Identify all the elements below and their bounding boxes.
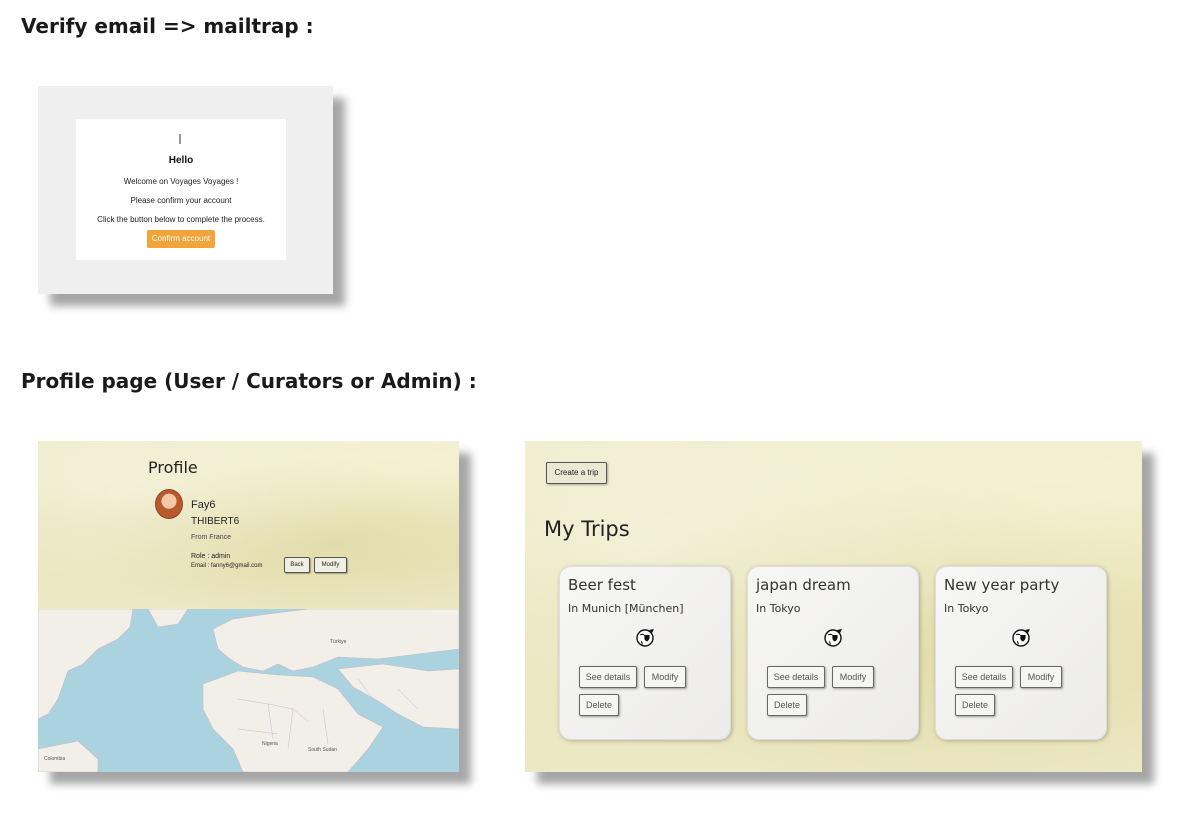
- trip-card: Beer fest In Munich [München] See detail…: [559, 566, 731, 740]
- page-title: My Trips: [544, 517, 630, 541]
- profile-email: Email : fanny6@gmail.com: [191, 563, 263, 569]
- trip-city: In Tokyo: [756, 602, 801, 615]
- email-logo-placeholder: [179, 134, 181, 144]
- page-title: Profile: [148, 458, 198, 477]
- trip-name: japan dream: [756, 576, 851, 594]
- trips-screenshot: Create a trip My Trips Beer fest In Muni…: [525, 441, 1142, 772]
- see-details-button[interactable]: See details: [955, 666, 1013, 688]
- email-instruction-text: Click the button below to complete the p…: [97, 215, 265, 224]
- trip-name: Beer fest: [568, 576, 636, 594]
- section-heading-profile-page: Profile page (User / Curators or Admin) …: [21, 369, 477, 393]
- map-label-south-sudan: South Sudan: [308, 747, 337, 753]
- trip-city: In Tokyo: [944, 602, 989, 615]
- modify-profile-button[interactable]: Modify: [314, 557, 347, 573]
- section-heading-verify-email: Verify email => mailtrap :: [21, 14, 314, 38]
- email-body: Hello Welcome on Voyages Voyages ! Pleas…: [76, 119, 286, 260]
- modify-trip-button[interactable]: Modify: [832, 666, 874, 688]
- globe-icon: [636, 629, 654, 647]
- trip-card: japan dream In Tokyo See details Modify …: [747, 566, 919, 740]
- profile-last-name: THIBERT6: [191, 516, 240, 527]
- world-map[interactable]: Colombia Nigeria South Sudan Türkiye: [38, 609, 459, 772]
- globe-icon: [1012, 629, 1030, 647]
- profile-header: Profile Fay6 THIBERT6 From France Role :…: [38, 441, 459, 609]
- map-label-nigeria: Nigeria: [262, 741, 278, 747]
- email-screenshot: Hello Welcome on Voyages Voyages ! Pleas…: [38, 86, 333, 294]
- email-welcome-text: Welcome on Voyages Voyages !: [123, 177, 239, 186]
- profile-screenshot: Profile Fay6 THIBERT6 From France Role :…: [38, 441, 459, 772]
- delete-trip-button[interactable]: Delete: [579, 694, 619, 716]
- trip-name: New year party: [944, 576, 1060, 594]
- profile-country: From France: [191, 534, 232, 541]
- confirm-account-button[interactable]: Confirm account: [147, 230, 215, 248]
- map-label-colombia: Colombia: [44, 756, 66, 762]
- see-details-button[interactable]: See details: [767, 666, 825, 688]
- modify-trip-button[interactable]: Modify: [644, 666, 686, 688]
- delete-trip-button[interactable]: Delete: [767, 694, 807, 716]
- avatar: [155, 489, 183, 519]
- see-details-button[interactable]: See details: [579, 666, 637, 688]
- map-label-turkiye: Türkiye: [330, 639, 347, 645]
- modify-trip-button[interactable]: Modify: [1020, 666, 1062, 688]
- delete-trip-button[interactable]: Delete: [955, 694, 995, 716]
- trip-city: In Munich [München]: [568, 602, 684, 615]
- back-button[interactable]: Back: [284, 557, 310, 573]
- profile-role: Role : admin: [191, 553, 231, 560]
- trip-card: New year party In Tokyo See details Modi…: [935, 566, 1107, 740]
- email-greeting: Hello: [168, 155, 194, 166]
- map-land-shapes: [38, 609, 459, 772]
- profile-first-name: Fay6: [191, 499, 216, 511]
- email-confirm-text: Please confirm your account: [130, 196, 232, 205]
- globe-icon: [824, 629, 842, 647]
- create-trip-button[interactable]: Create a trip: [546, 462, 607, 484]
